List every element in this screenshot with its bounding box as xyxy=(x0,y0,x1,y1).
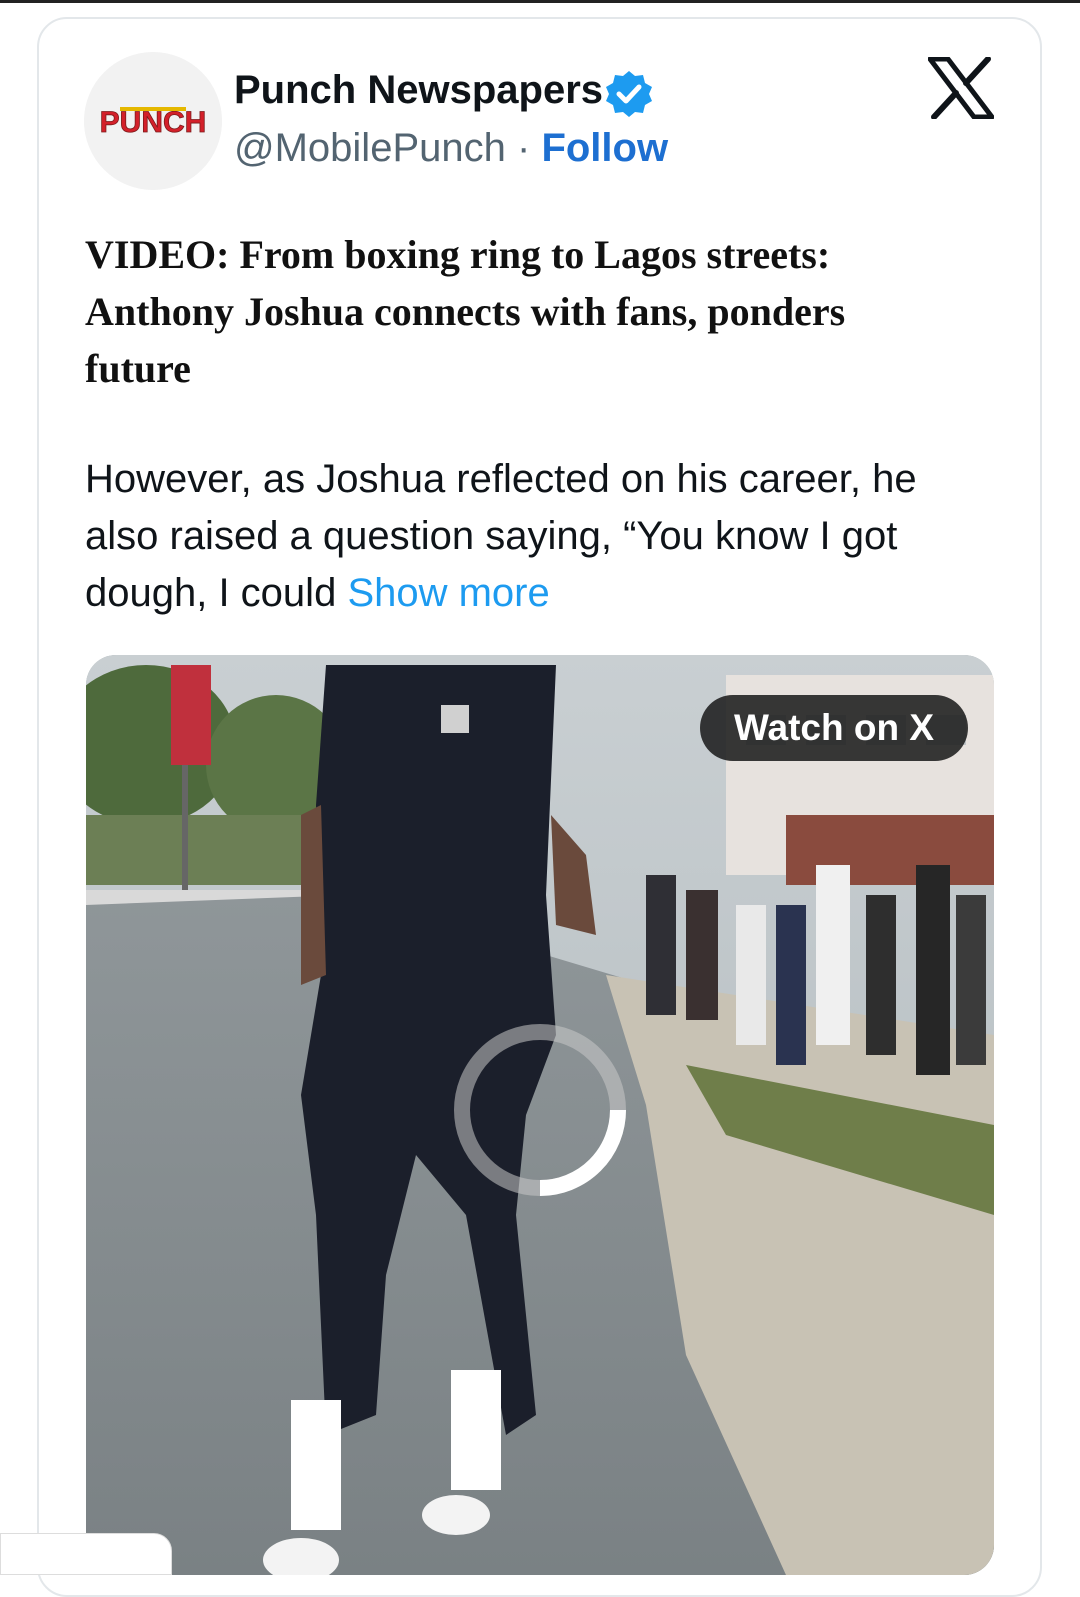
author-handle[interactable]: @MobilePunch xyxy=(234,126,506,170)
author-handle-row: @MobilePunch · Follow xyxy=(234,126,668,171)
avatar[interactable]: PUNCH xyxy=(84,52,222,190)
punch-logo: PUNCH xyxy=(84,52,222,190)
author-name[interactable]: Punch Newspapers xyxy=(234,68,603,113)
show-more-link[interactable]: Show more xyxy=(347,571,549,615)
top-divider xyxy=(0,0,1080,3)
watch-on-x-button[interactable]: Watch on X xyxy=(700,695,968,761)
post-body: However, as Joshua reflected on his care… xyxy=(85,451,985,622)
bottom-corner-tab xyxy=(0,1533,172,1575)
follow-button[interactable]: Follow xyxy=(541,126,668,170)
spinner-icon xyxy=(454,1024,626,1196)
separator-dot: · xyxy=(516,126,531,170)
verified-badge-icon xyxy=(606,71,652,117)
post-headline: VIDEO: From boxing ring to Lagos streets… xyxy=(85,232,846,391)
x-logo-icon[interactable] xyxy=(928,57,994,119)
